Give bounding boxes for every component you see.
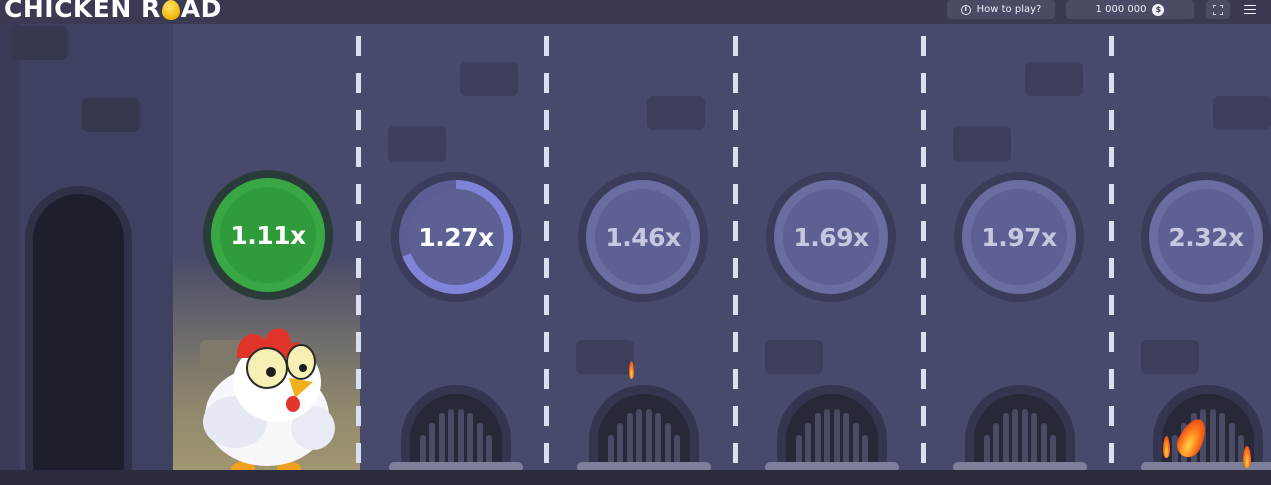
logo-text-end: AD xyxy=(180,0,222,23)
wall-brick xyxy=(1025,62,1083,96)
info-icon: i xyxy=(960,4,971,15)
multiplier-coin-3[interactable]: 1.46x xyxy=(578,172,708,302)
lane-divider xyxy=(1109,36,1114,476)
lane-divider xyxy=(733,36,738,476)
multiplier-coin-4[interactable]: 1.69x xyxy=(766,172,896,302)
floor xyxy=(0,470,1271,485)
wall-brick xyxy=(647,96,705,130)
multiplier-coin-2[interactable]: 1.27x xyxy=(391,172,521,302)
top-bar: CHICKEN R AD i How to play? 1 000 000 $ xyxy=(0,0,1271,24)
sewer-grate xyxy=(577,385,711,472)
multiplier-label: 1.11x xyxy=(230,220,306,250)
lane-divider xyxy=(544,36,549,476)
multiplier-label: 1.69x xyxy=(793,222,869,252)
wall-brick xyxy=(460,62,518,96)
game-logo: CHICKEN R AD xyxy=(4,0,222,23)
wall-brick xyxy=(576,340,634,374)
multiplier-coin-6[interactable]: 2.32x xyxy=(1141,172,1271,302)
logo-text-start: CHICKEN R xyxy=(4,0,161,23)
balance-value: 1 000 000 xyxy=(1095,4,1147,15)
start-wall xyxy=(0,24,173,485)
wall-brick xyxy=(388,126,446,162)
multiplier-label: 1.27x xyxy=(418,222,494,252)
sewer-grate xyxy=(953,385,1087,472)
game-board: 1.11x 1.27x 1.46x 1.69x 1.97x 2.32x xyxy=(0,24,1271,485)
flame-icon xyxy=(629,361,634,379)
how-to-play-label: How to play? xyxy=(976,4,1042,15)
how-to-play-button[interactable]: i How to play? xyxy=(947,0,1055,19)
multiplier-coin-1[interactable]: 1.11x xyxy=(203,170,333,300)
sewer-grate xyxy=(389,385,523,472)
fullscreen-icon xyxy=(1213,4,1223,15)
wall-brick xyxy=(1213,96,1271,130)
currency-icon: $ xyxy=(1152,3,1165,16)
egg-icon xyxy=(161,0,180,20)
lane-divider xyxy=(356,36,361,476)
lane-divider xyxy=(921,36,926,476)
multiplier-label: 2.32x xyxy=(1168,222,1244,252)
wall-shadow xyxy=(0,24,20,485)
menu-icon-line xyxy=(1244,12,1256,15)
balance-display: 1 000 000 $ xyxy=(1066,0,1194,19)
start-doorway xyxy=(25,186,132,472)
wall-brick xyxy=(953,126,1011,162)
multiplier-coin-5[interactable]: 1.97x xyxy=(954,172,1084,302)
multiplier-label: 1.97x xyxy=(981,222,1057,252)
chicken-icon xyxy=(203,328,335,474)
wall-brick xyxy=(765,340,823,374)
wall-brick xyxy=(1141,340,1199,374)
multiplier-label: 1.46x xyxy=(605,222,681,252)
menu-button[interactable] xyxy=(1240,0,1260,19)
flame-icon xyxy=(1243,446,1251,468)
menu-icon-line xyxy=(1244,4,1256,7)
fullscreen-button[interactable] xyxy=(1206,0,1230,19)
wall-brick xyxy=(82,98,140,132)
flame-icon xyxy=(1163,436,1170,458)
wall-brick xyxy=(10,26,68,60)
menu-icon-line xyxy=(1244,8,1256,11)
sewer-grate xyxy=(765,385,899,472)
